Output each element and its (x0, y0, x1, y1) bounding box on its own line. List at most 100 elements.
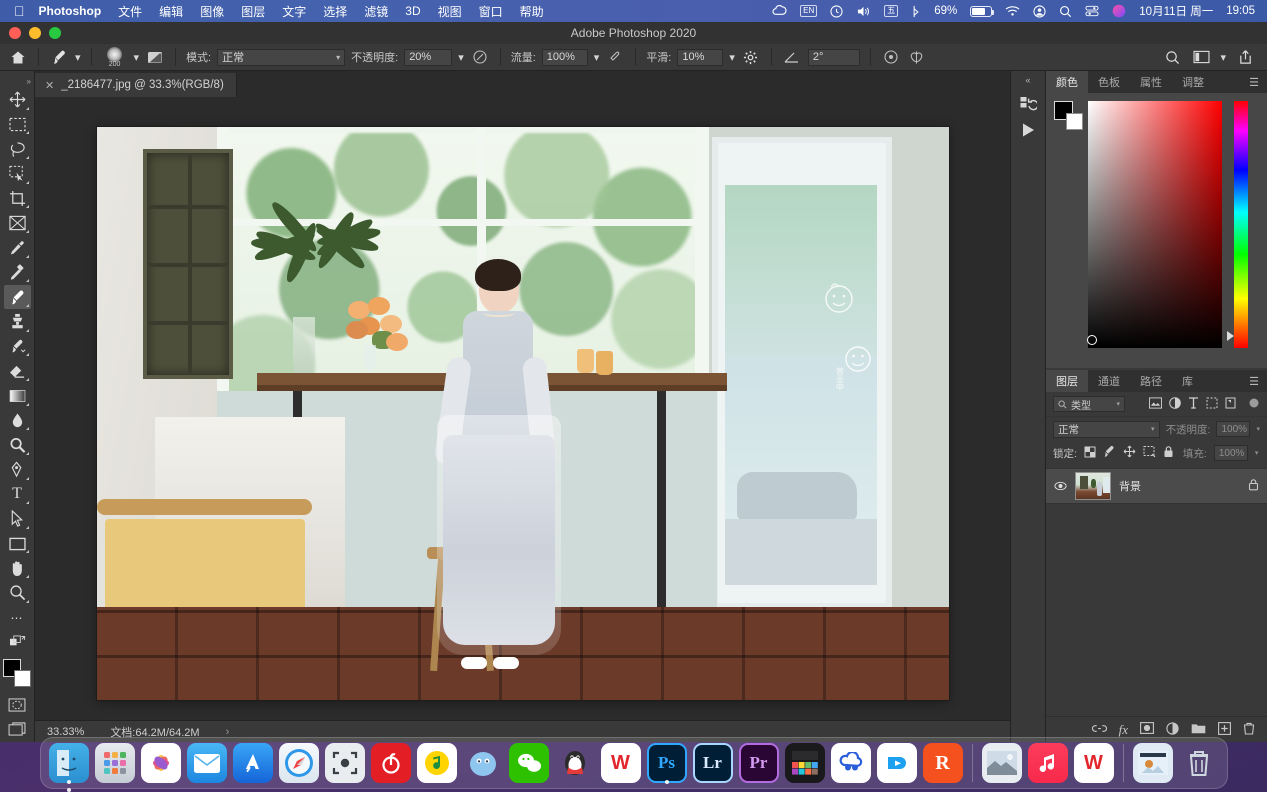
brush-size-chevron-down-icon[interactable]: ▾ (134, 51, 140, 64)
color-picker-cursor[interactable] (1087, 335, 1097, 345)
canvas-area[interactable]: 营业中 (35, 97, 1010, 720)
dock-item-baidu-netdisk[interactable] (830, 743, 871, 783)
background-color-swatch[interactable] (1066, 113, 1083, 130)
apple-icon[interactable]:  (14, 4, 25, 18)
flow-chevron-down-icon[interactable]: ▾ (594, 51, 600, 64)
document-tab[interactable]: ✕ _2186477.jpg @ 33.3%(RGB/8) (35, 73, 237, 97)
image-canvas[interactable]: 营业中 (96, 127, 949, 700)
dock-item-photos[interactable] (140, 743, 181, 783)
type-tool[interactable]: T (4, 483, 31, 507)
dock-item-lightroom[interactable]: Lr (692, 743, 733, 783)
table-row[interactable]: 背景 (1046, 468, 1267, 504)
zoom-tool[interactable] (4, 581, 31, 605)
menu-item-filter[interactable]: 滤镜 (364, 3, 388, 20)
speaker-icon[interactable] (856, 5, 871, 18)
history-icon[interactable] (1015, 91, 1041, 117)
clock-icon[interactable] (830, 4, 843, 18)
brush-preset-chevron-down-icon[interactable]: ▾ (75, 51, 81, 64)
brush-size-preview[interactable]: 200 (102, 45, 128, 69)
hue-slider[interactable] (1234, 101, 1248, 348)
new-group-icon[interactable] (1191, 722, 1206, 737)
new-adjustment-layer-icon[interactable] (1166, 721, 1179, 738)
lock-icon[interactable] (1248, 478, 1259, 494)
dock-item-screenshot[interactable] (324, 743, 365, 783)
shape-filter-icon[interactable] (1206, 397, 1218, 412)
smoothing-chevron-down-icon[interactable]: ▾ (729, 51, 735, 64)
color-spectrum-square[interactable] (1088, 101, 1222, 348)
pressure-size-icon[interactable] (881, 47, 901, 67)
color-swatches[interactable] (3, 659, 31, 688)
type-filter-icon[interactable] (1188, 396, 1199, 412)
add-mask-icon[interactable] (1140, 722, 1154, 737)
input-source-indicator[interactable]: EN (800, 5, 818, 17)
collapse-panels-icon[interactable]: « (1025, 75, 1030, 85)
adjustment-filter-icon[interactable] (1169, 396, 1181, 412)
quick-selection-tool[interactable] (4, 162, 31, 186)
symmetry-icon[interactable] (907, 47, 927, 67)
layer-list[interactable]: 背景 (1046, 465, 1267, 716)
dock-item-qq-music[interactable] (416, 743, 457, 783)
new-layer-icon[interactable] (1218, 721, 1231, 738)
lock-all-icon[interactable] (1163, 445, 1174, 461)
layer-filter-select[interactable]: 类型 ▾ (1053, 396, 1125, 412)
clone-stamp-tool[interactable] (4, 310, 31, 334)
opacity-input[interactable]: 20% (404, 48, 453, 66)
lock-position-icon[interactable] (1123, 445, 1136, 461)
menubar-time[interactable]: 19:05 (1226, 5, 1255, 17)
dock-item-launchpad[interactable] (94, 743, 135, 783)
menu-item-select[interactable]: 选择 (323, 3, 347, 20)
tab-libraries[interactable]: 库 (1172, 370, 1203, 392)
default-colors-icon[interactable] (4, 630, 31, 654)
layer-name[interactable]: 背景 (1119, 478, 1141, 494)
dock-item-app-store[interactable] (232, 743, 273, 783)
menu-item-image[interactable]: 图像 (200, 3, 224, 20)
frame-tool[interactable] (4, 211, 31, 235)
layer-thumbnail[interactable] (1075, 472, 1111, 500)
dock-item-qq[interactable] (555, 743, 595, 783)
dock-item-final-cut-pro[interactable] (784, 743, 825, 783)
panel-menu-icon[interactable]: ☰ (1241, 71, 1267, 93)
pixel-filter-icon[interactable] (1149, 396, 1162, 412)
blur-tool[interactable] (4, 409, 31, 433)
path-selection-tool[interactable] (4, 507, 31, 531)
dock-item-safari[interactable] (278, 743, 319, 783)
layer-fill-input[interactable]: 100% (1213, 445, 1248, 461)
close-icon[interactable]: ✕ (45, 79, 54, 92)
dock-item-trash[interactable] (1179, 743, 1219, 783)
gradient-tool[interactable] (4, 384, 31, 408)
search-icon[interactable] (1162, 47, 1182, 67)
tab-paths[interactable]: 路径 (1130, 370, 1172, 392)
layer-blend-mode-select[interactable]: 正常 ▾ (1053, 420, 1160, 438)
menu-item-edit[interactable]: 编辑 (159, 3, 183, 20)
smart-object-filter-icon[interactable] (1225, 397, 1236, 412)
airbrush-icon[interactable] (605, 47, 625, 67)
workspace-icon[interactable] (1191, 47, 1211, 67)
layer-style-fx-icon[interactable]: fx (1119, 723, 1128, 736)
blend-mode-select[interactable]: 正常 ▾ (217, 48, 346, 66)
menu-item-file[interactable]: 文件 (118, 3, 142, 20)
pressure-opacity-icon[interactable] (470, 47, 490, 67)
dock-item-wps-writer[interactable]: W (1073, 743, 1114, 783)
eraser-tool[interactable] (4, 359, 31, 383)
history-brush-tool[interactable] (4, 335, 31, 359)
dock-item-wechat[interactable] (508, 743, 549, 783)
chevron-down-icon[interactable]: ▾ (1220, 51, 1226, 64)
dock-item-premiere-pro[interactable]: Pr (738, 743, 779, 783)
screen-mode-icon[interactable] (4, 717, 31, 741)
dock-item-music[interactable] (1027, 743, 1068, 783)
wifi-icon[interactable] (1005, 5, 1020, 17)
menu-item-window[interactable]: 窗口 (479, 3, 503, 20)
brush-angle-input[interactable]: 2° (807, 48, 860, 66)
battery-icon[interactable] (970, 5, 995, 17)
chevron-down-icon[interactable]: ▾ (1256, 425, 1260, 433)
menu-item-type[interactable]: 文字 (282, 3, 306, 20)
menu-item-3d[interactable]: 3D (405, 4, 420, 18)
color-panel[interactable] (1046, 93, 1267, 368)
menu-app-name[interactable]: Photoshop (39, 4, 102, 18)
play-icon[interactable] (1015, 117, 1041, 143)
panel-menu-icon[interactable]: ☰ (1241, 370, 1267, 392)
rectangle-tool[interactable] (4, 532, 31, 556)
share-icon[interactable] (1235, 47, 1255, 67)
tab-layers[interactable]: 图层 (1046, 370, 1088, 392)
flow-input[interactable]: 100% (541, 48, 588, 66)
